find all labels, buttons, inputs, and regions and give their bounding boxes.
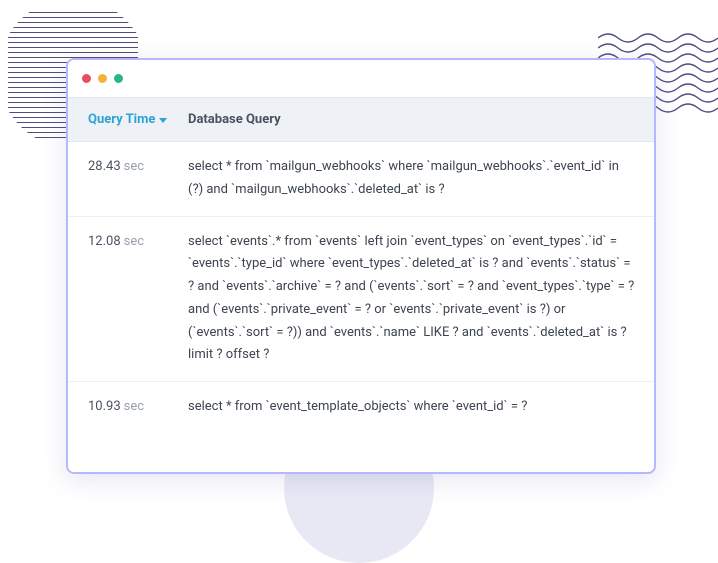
minimize-icon[interactable] [98,74,107,83]
sort-desc-icon [159,118,167,123]
cell-time: 10.93sec [68,382,184,433]
table-body: 28.43sec select * from `mailgun_webhooks… [68,142,654,433]
table-row: 10.93sec select * from `event_template_o… [68,382,654,433]
query-window: Query Time Database Query 28.43sec selec… [66,58,656,474]
close-icon[interactable] [82,74,91,83]
maximize-icon[interactable] [114,74,123,83]
table-row: 28.43sec select * from `mailgun_webhooks… [68,142,654,217]
time-unit: sec [124,399,144,414]
table-header: Query Time Database Query [68,98,654,142]
time-unit: sec [124,159,144,174]
cell-time: 12.08sec [68,217,184,382]
time-value: 10.93 [88,399,121,414]
cell-time: 28.43sec [68,142,184,216]
header-query-time-label: Query Time [88,112,155,127]
cell-query: select * from `event_template_objects` w… [184,382,654,433]
table-row: 12.08sec select `events`.* from `events`… [68,217,654,383]
cell-query: select `events`.* from `events` left joi… [184,217,654,382]
header-database-query-label: Database Query [188,112,281,127]
cell-query: select * from `mailgun_webhooks` where `… [184,142,654,216]
window-titlebar [68,60,654,98]
header-query-time[interactable]: Query Time [68,98,184,141]
query-table: Query Time Database Query 28.43sec selec… [68,98,654,472]
header-database-query[interactable]: Database Query [184,98,654,141]
time-unit: sec [124,234,144,249]
time-value: 12.08 [88,234,121,249]
time-value: 28.43 [88,159,121,174]
